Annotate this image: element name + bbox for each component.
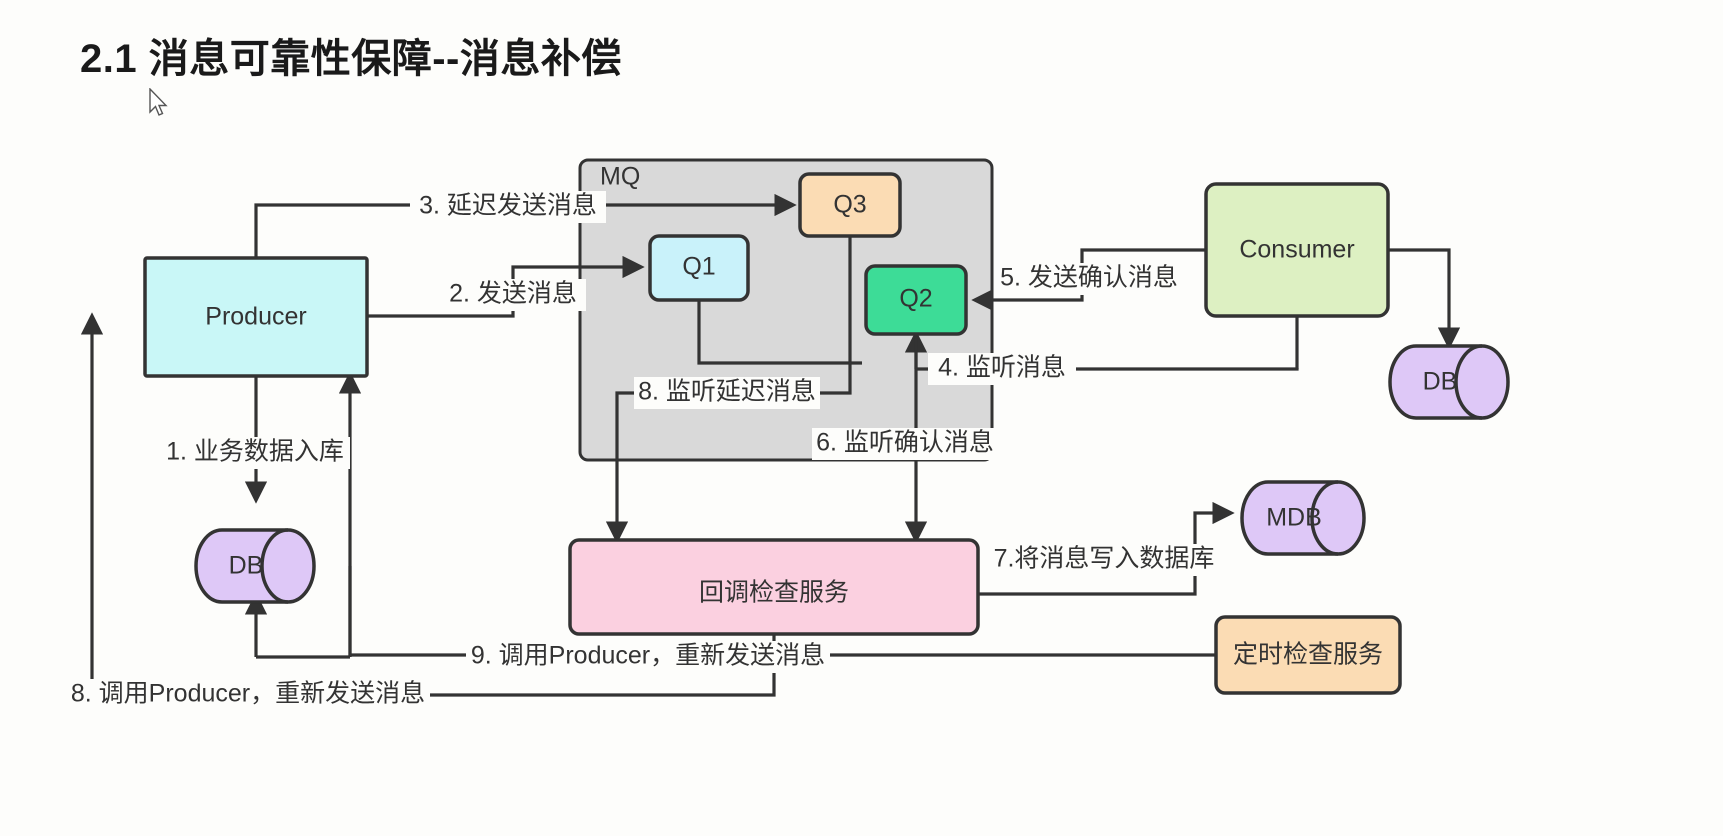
node-producer-label: Producer	[205, 303, 306, 331]
node-db-right[interactable]: DB	[1388, 344, 1510, 420]
edge-label-6: 6. 监听确认消息	[812, 428, 998, 460]
node-consumer[interactable]: Consumer	[1204, 182, 1390, 318]
edge-label-4: 4. 监听消息	[928, 353, 1076, 385]
node-callback-service[interactable]: 回调检查服务	[568, 538, 980, 636]
node-db-left[interactable]: DB	[194, 528, 316, 604]
edge-label-2: 2. 发送消息	[440, 279, 586, 311]
node-scheduler-label: 定时检查服务	[1233, 641, 1383, 669]
edge-label-5-text: 5. 发送确认消息	[1000, 264, 1178, 292]
node-q3-label: Q3	[833, 191, 866, 219]
edge-label-8a-text: 8. 监听延迟消息	[638, 378, 816, 406]
edge-label-5: 5. 发送确认消息	[996, 263, 1182, 295]
message-compensation-diagram: MQ Producer Q3 Q1 Q2 Consumer DB DB 回调检查…	[66, 158, 1510, 711]
edge-label-3-text: 3. 延迟发送消息	[419, 192, 597, 220]
edge-label-7-text: 7.将消息写入数据库	[994, 545, 1215, 573]
edge-consumer-to-db	[1388, 248, 1461, 350]
edge-label-2-text: 2. 发送消息	[449, 280, 577, 308]
node-callback-service-label: 回调检查服务	[699, 579, 849, 607]
edge-label-9-text: 9. 调用Producer，重新发送消息	[471, 642, 825, 670]
node-consumer-label: Consumer	[1239, 236, 1354, 264]
node-scheduler[interactable]: 定时检查服务	[1214, 615, 1402, 695]
mouse-pointer-icon	[149, 88, 168, 116]
node-db-right-label: DB	[1423, 368, 1458, 396]
node-q3[interactable]: Q3	[798, 172, 902, 238]
edge-label-3: 3. 延迟发送消息	[410, 191, 606, 223]
edge-label-1-text: 1. 业务数据入库	[166, 438, 344, 466]
node-mdb[interactable]: MDB	[1240, 480, 1366, 556]
node-q1-label: Q1	[682, 253, 715, 281]
edge-label-8b: 8. 调用Producer，重新发送消息	[66, 679, 430, 711]
node-producer[interactable]: Producer	[143, 256, 369, 378]
node-q2[interactable]: Q2	[864, 264, 968, 336]
cluster-mq-label: MQ	[600, 163, 640, 191]
edge-label-9: 9. 调用Producer，重新发送消息	[466, 641, 830, 673]
edge-label-6-text: 6. 监听确认消息	[816, 429, 994, 457]
edge-label-8a: 8. 监听延迟消息	[634, 377, 820, 409]
edge-label-1: 1. 业务数据入库	[160, 437, 350, 469]
edge-label-7: 7.将消息写入数据库	[994, 544, 1215, 576]
edge-label-8b-text: 8. 调用Producer，重新发送消息	[71, 680, 425, 708]
node-q1[interactable]: Q1	[648, 234, 750, 302]
edge-label-4-text: 4. 监听消息	[938, 354, 1066, 382]
node-db-left-label: DB	[229, 552, 264, 580]
node-mdb-label: MDB	[1266, 504, 1322, 532]
node-q2-label: Q2	[899, 285, 932, 313]
